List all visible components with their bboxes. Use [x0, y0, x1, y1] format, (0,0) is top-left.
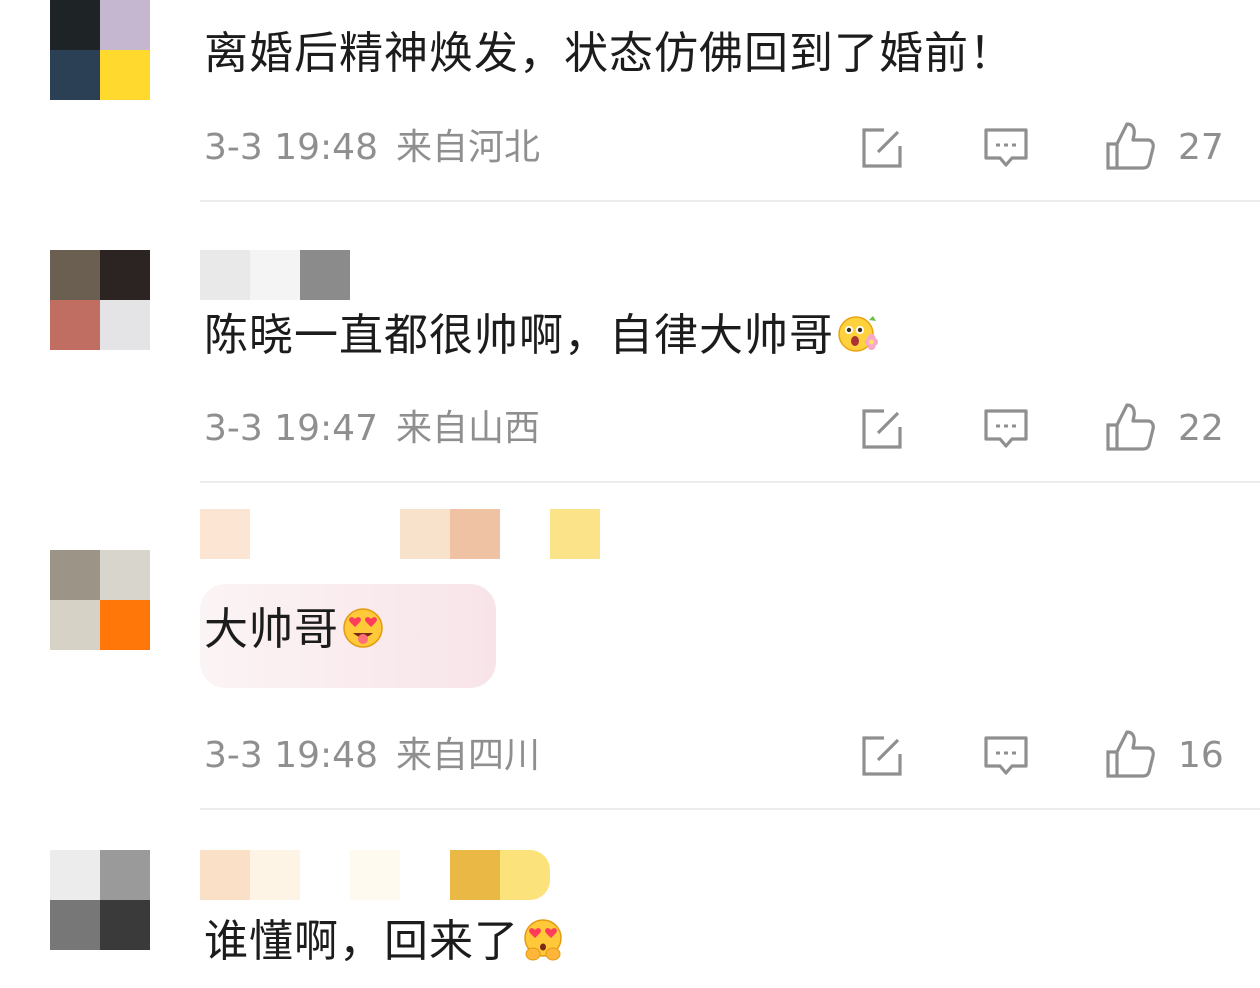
- avatar-pixel: [50, 300, 100, 350]
- avatar-pixel: [50, 0, 100, 50]
- mosaic-pixel: [450, 850, 500, 900]
- avatar[interactable]: [50, 250, 150, 350]
- avatar[interactable]: [50, 0, 150, 100]
- heart-eyes-hands-emoji: [524, 919, 562, 961]
- avatar-pixel: [50, 900, 100, 950]
- avatar-pixel: [50, 550, 100, 600]
- mosaic-pixel: [550, 509, 600, 559]
- comment-text: 陈晓一直都很帅啊，自律大帅哥: [204, 308, 880, 364]
- mosaic-pixel: [250, 850, 300, 900]
- share-icon[interactable]: [858, 732, 906, 780]
- mosaic-pixel: [450, 509, 500, 559]
- avatar-pixel: [100, 0, 150, 50]
- comment-time: 3-3 19:48: [204, 127, 378, 168]
- avatar-pixel: [100, 50, 150, 100]
- avatar-pixel: [50, 250, 100, 300]
- comment-text: 大帅哥: [204, 602, 385, 658]
- divider: [200, 808, 1260, 810]
- avatar-pixel: [100, 300, 150, 350]
- comment-text-content: 大帅哥: [204, 604, 339, 655]
- mosaic-pixel: [250, 250, 300, 300]
- comment-text-content: 谁懂啊，回来了: [204, 916, 519, 967]
- avatar-pixel: [50, 50, 100, 100]
- mosaic-pixel: [500, 850, 550, 900]
- mosaic-pixel: [400, 509, 450, 559]
- comment-location: 来自河北: [396, 127, 541, 168]
- like-count: 22: [1178, 408, 1224, 449]
- mosaic-pixel: [200, 850, 250, 900]
- share-icon[interactable]: [858, 124, 906, 172]
- username-mosaic[interactable]: [200, 509, 600, 559]
- avatar-pixel: [100, 850, 150, 900]
- username-mosaic[interactable]: [200, 850, 550, 900]
- comment-text: 谁懂啊，回来了: [204, 914, 565, 970]
- avatar-pixel: [100, 600, 150, 650]
- mosaic-pixel: [200, 509, 250, 559]
- comment-meta: 3-3 19:48 来自四川: [204, 734, 540, 778]
- thumbs-up-icon[interactable]: [1104, 401, 1156, 453]
- avatar-pixel: [50, 850, 100, 900]
- avatar-pixel: [100, 900, 150, 950]
- mosaic-pixel: [350, 850, 400, 900]
- comment-text: 离婚后精神焕发，状态仿佛回到了婚前！: [204, 28, 1014, 79]
- avatar-pixel: [100, 550, 150, 600]
- comment-time: 3-3 19:47: [204, 408, 378, 449]
- like-count: 27: [1178, 127, 1224, 168]
- thumbs-up-icon[interactable]: [1104, 728, 1156, 780]
- heart-eyes-tongue-emoji: [343, 608, 383, 648]
- comment-icon[interactable]: [982, 124, 1030, 172]
- username-mosaic[interactable]: [200, 250, 350, 300]
- comment-location: 来自山西: [396, 408, 541, 449]
- comment-time: 3-3 19:48: [204, 735, 378, 776]
- comment-location: 来自四川: [396, 735, 541, 776]
- avatar[interactable]: [50, 550, 150, 650]
- mosaic-pixel: [200, 250, 250, 300]
- like-count: 16: [1178, 735, 1224, 776]
- comment-text-content: 陈晓一直都很帅啊，自律大帅哥: [204, 310, 834, 361]
- comment-meta: 3-3 19:48 来自河北: [204, 126, 540, 170]
- share-icon[interactable]: [858, 405, 906, 453]
- comment-meta: 3-3 19:47 来自山西: [204, 407, 540, 451]
- flower-face-emoji: [838, 316, 878, 352]
- comment-icon[interactable]: [982, 405, 1030, 453]
- avatar[interactable]: [50, 850, 150, 950]
- divider: [200, 200, 1260, 202]
- mosaic-pixel: [300, 250, 350, 300]
- avatar-pixel: [50, 600, 100, 650]
- divider: [200, 481, 1260, 483]
- comment-icon[interactable]: [982, 732, 1030, 780]
- avatar-pixel: [100, 250, 150, 300]
- thumbs-up-icon[interactable]: [1104, 120, 1156, 172]
